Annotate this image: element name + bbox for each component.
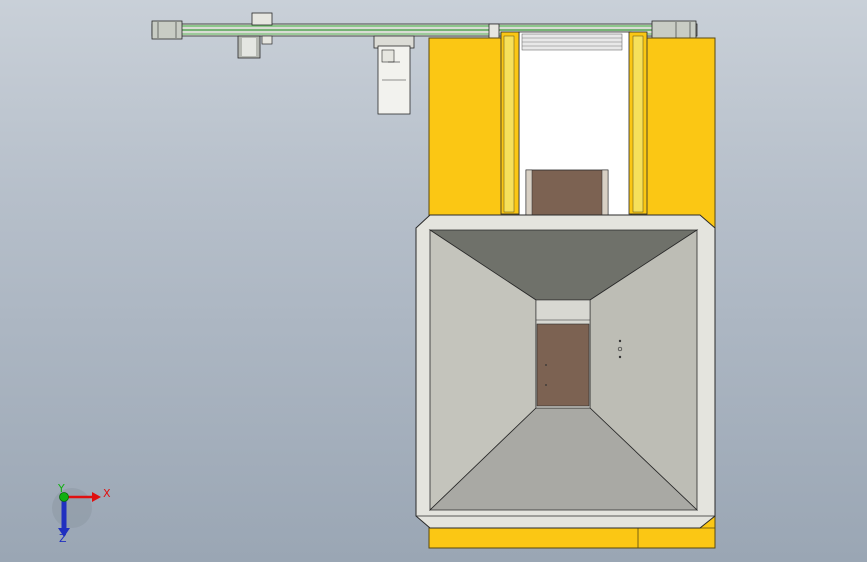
product-block-bottom: [536, 323, 590, 407]
conveyor-end-cap-left: [151, 20, 183, 40]
bearing-block: [251, 12, 273, 26]
y-axis-label: Y: [57, 482, 65, 495]
axis-triad: X Y Z: [52, 482, 111, 545]
gear-motor[interactable]: [373, 35, 415, 115]
x-axis-label: X: [103, 487, 111, 500]
feed-chute[interactable]: [500, 31, 648, 217]
cad-viewport[interactable]: X Y Z: [0, 0, 867, 562]
conveyor-end-cap-right: [651, 20, 697, 40]
x-axis-arrow: [92, 492, 101, 502]
hopper[interactable]: [415, 214, 716, 529]
product-block-top: [525, 169, 609, 217]
z-axis-label: Z: [59, 532, 67, 545]
